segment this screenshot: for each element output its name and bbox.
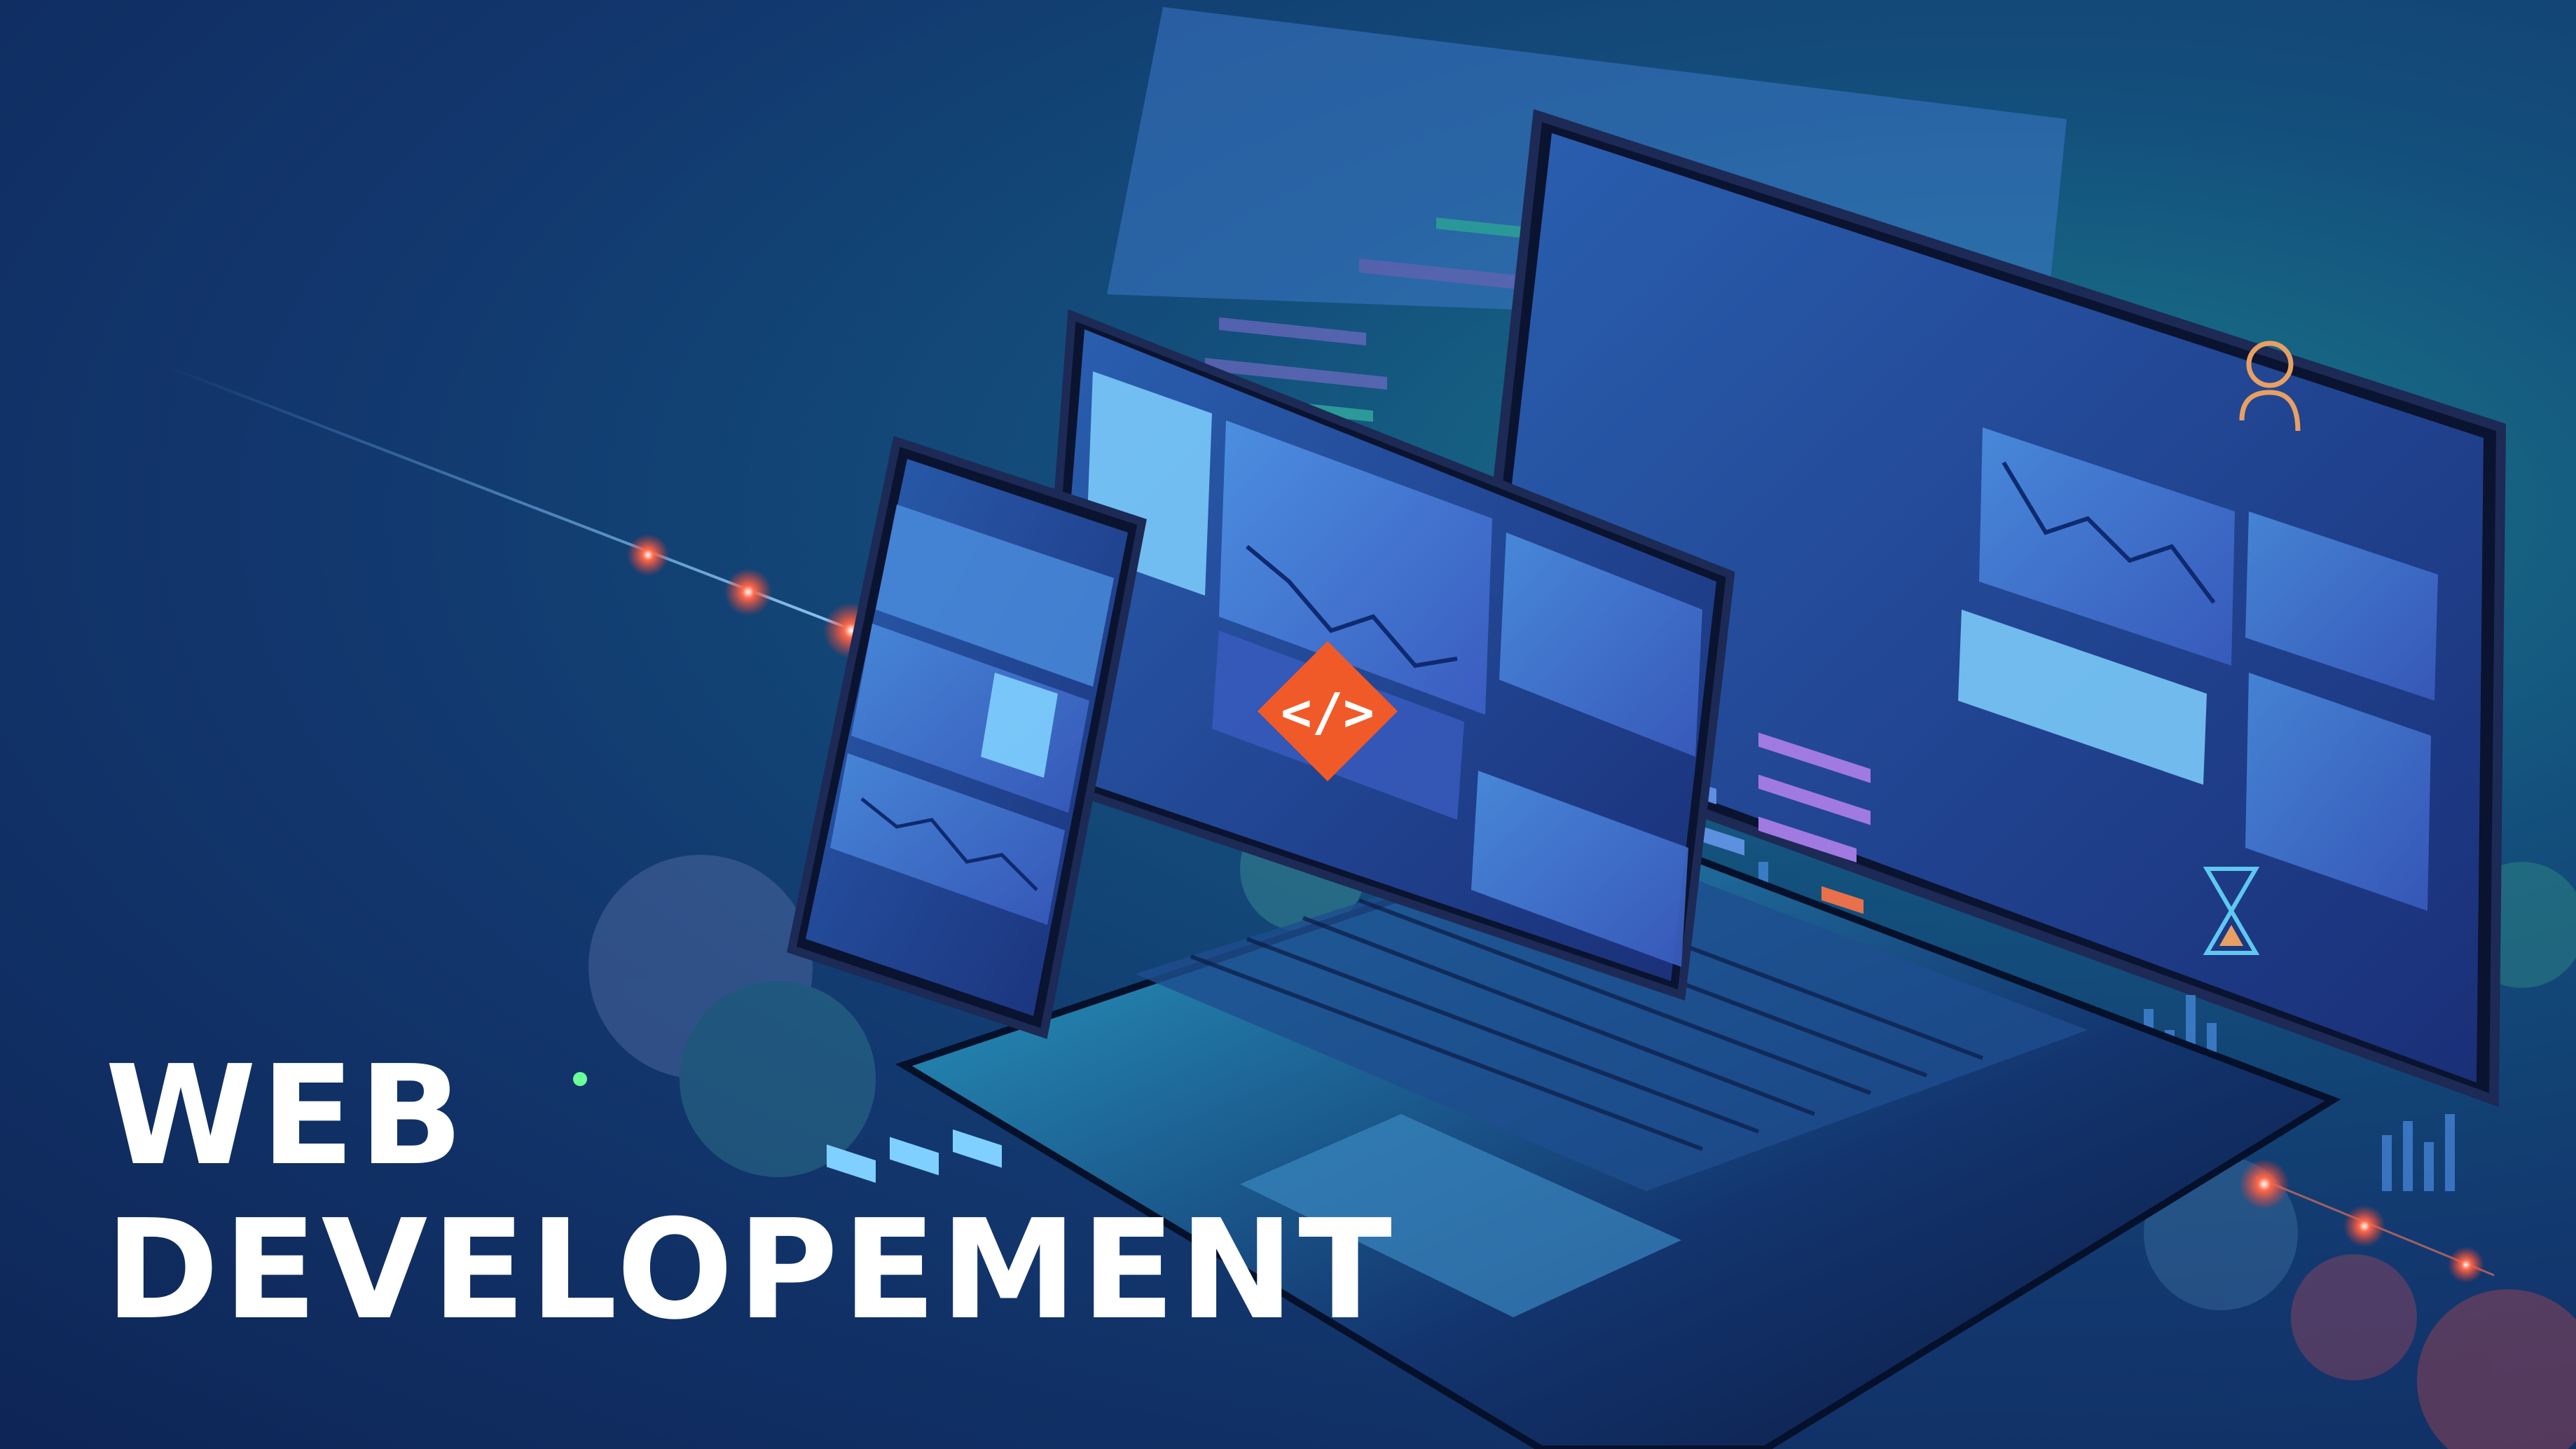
headline-line-1: WEB (105, 1036, 468, 1196)
headline-line-2: DEVELOPEMENT (105, 1190, 1396, 1350)
svg-text:</>: </> (1281, 682, 1375, 743)
hero-banner: </> WEB DEVELOPEMENT (0, 0, 2576, 1449)
